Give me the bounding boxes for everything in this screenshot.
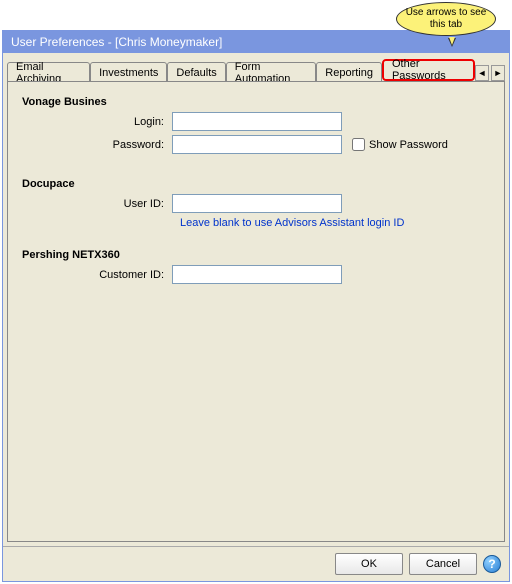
label-vonage-login: Login: (22, 116, 172, 128)
tab-scroll-right-icon[interactable]: ► (491, 65, 505, 81)
tab-investments[interactable]: Investments (90, 62, 167, 82)
label-vonage-password: Password: (22, 139, 172, 151)
tabstrip: Email Archiving Investments Defaults For… (3, 53, 509, 81)
show-password-checkbox[interactable] (352, 138, 365, 151)
window-title: User Preferences - [Chris Moneymaker] (11, 35, 222, 49)
preferences-window: User Preferences - [Chris Moneymaker] Em… (2, 30, 510, 582)
tab-defaults[interactable]: Defaults (167, 62, 225, 82)
callout-annotation: Use arrows to see this tab (396, 2, 496, 40)
tab-form-automation[interactable]: Form Automation (226, 62, 317, 82)
show-password-label: Show Password (369, 139, 448, 151)
tab-scroll-left-icon[interactable]: ◄ (475, 65, 489, 81)
section-vonage-title: Vonage Busines (22, 96, 490, 108)
dialog-footer: OK Cancel ? (3, 546, 509, 581)
tab-reporting[interactable]: Reporting (316, 62, 382, 82)
callout-text: Use arrows to see this tab (403, 7, 489, 31)
section-pershing-title: Pershing NETX360 (22, 249, 490, 261)
label-pershing-custid: Customer ID: (22, 269, 172, 281)
docupace-userid-input[interactable] (172, 194, 342, 213)
tab-email-archiving[interactable]: Email Archiving (7, 62, 90, 82)
row-vonage-password: Password: Show Password (22, 135, 490, 154)
label-docupace-userid: User ID: (22, 198, 172, 210)
row-vonage-login: Login: (22, 112, 490, 131)
vonage-password-input[interactable] (172, 135, 342, 154)
tab-panel: Vonage Busines Login: Password: Show Pas… (7, 81, 505, 542)
callout-tail (448, 38, 456, 47)
docupace-hint: Leave blank to use Advisors Assistant lo… (180, 217, 490, 229)
cancel-button[interactable]: Cancel (409, 553, 477, 575)
vonage-login-input[interactable] (172, 112, 342, 131)
row-pershing-custid: Customer ID: (22, 265, 490, 284)
tab-nav: ◄ ► (475, 65, 505, 81)
help-icon[interactable]: ? (483, 555, 501, 573)
callout-bubble: Use arrows to see this tab (396, 2, 496, 36)
row-docupace-userid: User ID: (22, 194, 490, 213)
show-password-wrap[interactable]: Show Password (352, 138, 448, 151)
pershing-custid-input[interactable] (172, 265, 342, 284)
tab-other-passwords[interactable]: Other Passwords (382, 59, 475, 81)
ok-button[interactable]: OK (335, 553, 403, 575)
section-docupace-title: Docupace (22, 178, 490, 190)
